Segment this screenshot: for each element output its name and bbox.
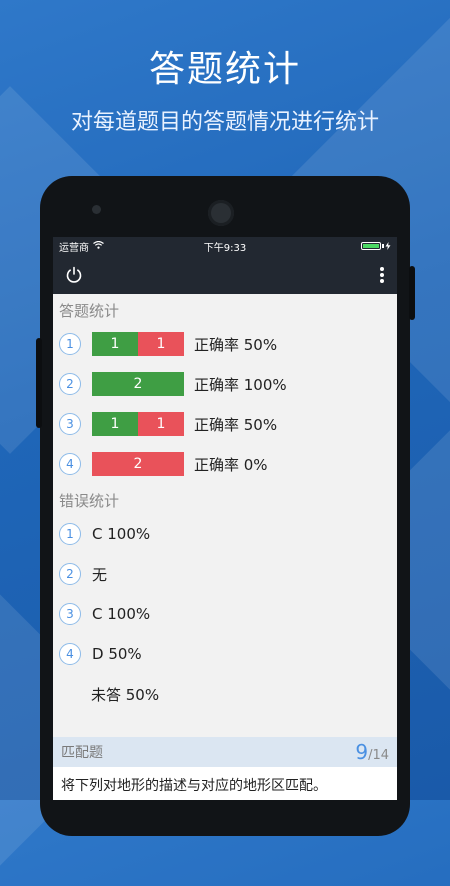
question-progress: 9/14 <box>355 740 389 764</box>
correct-count: 1 <box>92 332 138 356</box>
correct-rate: 正确率 50% <box>194 415 278 434</box>
question-header: 匹配题 9/14 <box>53 737 397 767</box>
question-text: 将下列对地形的描述与对应的地形区匹配。 <box>53 767 397 800</box>
phone-sensor <box>92 205 101 214</box>
wrong-count: 1 <box>138 412 184 436</box>
error-detail: C 100% <box>92 525 151 543</box>
wrong-count: 1 <box>138 332 184 356</box>
question-number: 2 <box>59 373 81 395</box>
correct-rate: 正确率 0% <box>194 455 268 474</box>
app-screen: 运营商 下午9:33 答题统计 1 1 1 正确率 50% 2 2 正确率 10… <box>53 237 397 800</box>
phone-camera <box>208 200 234 226</box>
question-number: 1 <box>59 333 81 355</box>
question-number: 1 <box>59 523 81 545</box>
error-stat-row: 3 C 100% <box>53 594 397 634</box>
answer-ratio-bar: 1 1 <box>92 332 184 356</box>
answer-stat-row: 3 1 1 正确率 50% <box>53 404 397 444</box>
answer-stat-row: 1 1 1 正确率 50% <box>53 324 397 364</box>
error-stat-row: 4 D 50% <box>53 634 397 674</box>
answer-stats-title: 答题统计 <box>59 302 120 320</box>
correct-count: 2 <box>92 372 184 396</box>
correct-count: 1 <box>92 412 138 436</box>
power-icon[interactable] <box>65 266 83 284</box>
error-detail: 无 <box>92 565 108 584</box>
correct-rate: 正确率 50% <box>194 335 278 354</box>
question-number: 2 <box>59 563 81 585</box>
phone-power-button <box>409 266 415 320</box>
question-type: 匹配题 <box>61 745 103 761</box>
answer-ratio-bar: 2 <box>92 372 184 396</box>
total-questions: /14 <box>368 748 389 763</box>
error-detail: D 50% <box>92 645 142 663</box>
error-stat-row: 1 C 100% <box>53 514 397 554</box>
app-toolbar <box>53 255 397 294</box>
correct-rate: 正确率 100% <box>194 375 287 394</box>
more-vertical-icon[interactable] <box>379 266 385 284</box>
current-question-number: 9 <box>355 740 369 764</box>
answer-stat-row: 2 2 正确率 100% <box>53 364 397 404</box>
error-stat-row: 未答 50% <box>53 674 397 714</box>
question-number: 4 <box>59 643 81 665</box>
error-stat-row: 2 无 <box>53 554 397 594</box>
wrong-count: 2 <box>92 452 184 476</box>
answer-stat-row: 4 2 正确率 0% <box>53 444 397 484</box>
answer-ratio-bar: 2 <box>92 452 184 476</box>
error-stats-title: 错误统计 <box>59 492 120 510</box>
error-detail: C 100% <box>92 605 151 623</box>
status-bar: 运营商 下午9:33 <box>53 237 397 255</box>
answer-ratio-bar: 1 1 <box>92 412 184 436</box>
question-number: 3 <box>59 603 81 625</box>
error-detail: 未答 50% <box>91 685 160 704</box>
phone-volume-button <box>36 338 42 428</box>
question-number: 3 <box>59 413 81 435</box>
hero-title: 答题统计 <box>148 49 301 90</box>
hero-subtitle: 对每道题目的答题情况进行统计 <box>70 110 379 135</box>
question-number: 4 <box>59 453 81 475</box>
status-time: 下午9:33 <box>203 242 247 254</box>
